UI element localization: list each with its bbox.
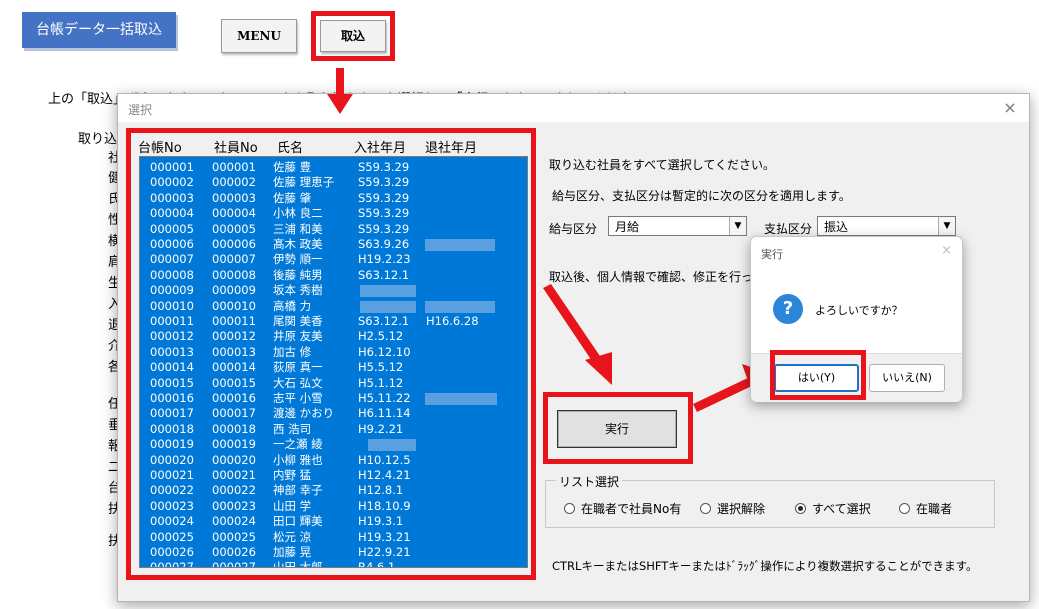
no-button[interactable]: いいえ(N)	[869, 364, 945, 392]
yes-button-highlight	[770, 350, 866, 400]
confirm-title: 実行	[761, 248, 783, 261]
arrow-down-icon	[327, 68, 353, 114]
question-icon: ?	[773, 294, 803, 324]
arrow-to-execute-icon	[543, 284, 612, 385]
confirm-message: よろしいですか？	[815, 304, 903, 317]
close-icon[interactable]: ×	[941, 243, 952, 258]
